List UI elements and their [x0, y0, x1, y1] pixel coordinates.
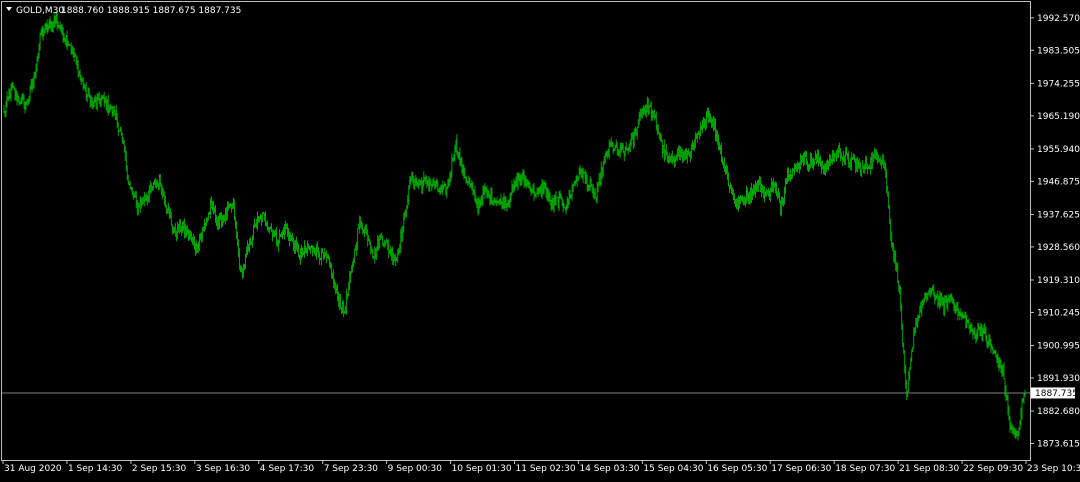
x-tick-label: 18 Sep 07:30 — [835, 464, 895, 474]
x-tick-label: 31 Aug 2020 — [4, 464, 62, 474]
current-price-label: 1887.735 — [1031, 387, 1078, 399]
y-tick-label: 1900.995 — [1037, 342, 1080, 352]
y-tick-label: 1891.930 — [1037, 374, 1080, 384]
x-tick-label: 4 Sep 17:30 — [260, 464, 315, 474]
ohlc-values: 1888.760 1888.915 1887.675 1887.735 — [61, 6, 241, 16]
y-tick-label: 1919.310 — [1037, 276, 1080, 286]
x-tick-label: 3 Sep 16:30 — [196, 464, 251, 474]
current-price-text: 1887.735 — [1035, 389, 1078, 399]
x-tick-label: 7 Sep 23:30 — [324, 464, 379, 474]
x-tick-label: 23 Sep 10:30 — [1027, 464, 1080, 474]
x-tick-label: 2 Sep 15:30 — [132, 464, 187, 474]
y-tick-label: 1955.940 — [1037, 145, 1080, 155]
x-tick-label: 10 Sep 01:30 — [452, 464, 512, 474]
x-tick-label: 15 Sep 04:30 — [643, 464, 703, 474]
y-tick-label: 1974.255 — [1037, 79, 1080, 89]
y-tick-label: 1910.245 — [1037, 308, 1080, 318]
y-tick-label: 1873.615 — [1037, 439, 1080, 449]
x-tick-label: 22 Sep 09:30 — [963, 464, 1023, 474]
y-tick-label: 1983.505 — [1037, 46, 1080, 56]
y-tick-label: 1882.680 — [1037, 407, 1080, 417]
chart-background — [0, 0, 1080, 478]
x-tick-label: 1 Sep 14:30 — [68, 464, 123, 474]
y-tick-label: 1937.625 — [1037, 210, 1080, 220]
symbol-label: GOLD,M30 — [16, 6, 64, 16]
price-chart[interactable]: 1992.570 1983.505 1974.255 1965.190 1955.940… — [0, 0, 1080, 478]
x-tick-label: 14 Sep 03:30 — [579, 464, 639, 474]
x-tick-label: 21 Sep 08:30 — [899, 464, 959, 474]
x-tick-label: 11 Sep 02:30 — [516, 464, 576, 474]
y-tick-label: 1928.560 — [1037, 243, 1080, 253]
y-tick-label: 1965.190 — [1037, 112, 1080, 122]
x-tick-label: 17 Sep 06:30 — [771, 464, 831, 474]
x-tick-label: 9 Sep 00:30 — [388, 464, 443, 474]
y-tick-label: 1946.875 — [1037, 177, 1080, 187]
x-tick-label: 16 Sep 05:30 — [707, 464, 767, 474]
chart-header: GOLD,M30 1888.760 1888.915 1887.675 1887… — [6, 6, 241, 16]
y-tick-label: 1992.570 — [1037, 14, 1080, 24]
